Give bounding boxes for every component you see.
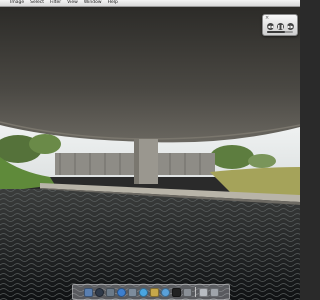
media-player-widget[interactable]: × ◀◀ ❚❚ ▶▶ xyxy=(262,14,298,36)
fast-forward-button[interactable]: ▶▶ xyxy=(287,23,294,30)
menu-filter[interactable]: Filter xyxy=(50,0,61,6)
menu-image[interactable]: Image xyxy=(10,0,24,6)
terminal-icon[interactable] xyxy=(171,287,181,297)
trash-icon[interactable] xyxy=(209,287,219,297)
rewind-button[interactable]: ◀◀ xyxy=(267,23,274,30)
menu-bar: Image Select Filter View Window Help xyxy=(0,0,300,7)
apple-menu-icon[interactable] xyxy=(2,1,8,6)
mail-icon[interactable] xyxy=(149,287,159,297)
menu-view[interactable]: View xyxy=(67,0,78,6)
photo-icon[interactable] xyxy=(105,287,115,297)
desktop-wallpaper xyxy=(0,7,300,300)
preview-icon[interactable] xyxy=(127,287,137,297)
volume-slider[interactable] xyxy=(267,31,293,33)
clock-icon[interactable] xyxy=(94,287,104,297)
volume-level xyxy=(267,31,286,33)
playback-controls: ◀◀ ❚❚ ▶▶ xyxy=(267,23,294,30)
dock-separator xyxy=(194,287,196,297)
globe-icon[interactable] xyxy=(160,287,170,297)
document-icon[interactable] xyxy=(198,287,208,297)
menu-help[interactable]: Help xyxy=(108,0,118,6)
settings-icon[interactable] xyxy=(182,287,192,297)
itunes-icon[interactable] xyxy=(116,287,126,297)
finder-icon[interactable] xyxy=(83,287,93,297)
dock xyxy=(72,284,230,300)
menu-select[interactable]: Select xyxy=(30,0,44,6)
safari-icon[interactable] xyxy=(138,287,148,297)
menu-window[interactable]: Window xyxy=(84,0,102,6)
pause-button[interactable]: ❚❚ xyxy=(277,23,284,30)
close-icon[interactable]: × xyxy=(265,16,269,21)
